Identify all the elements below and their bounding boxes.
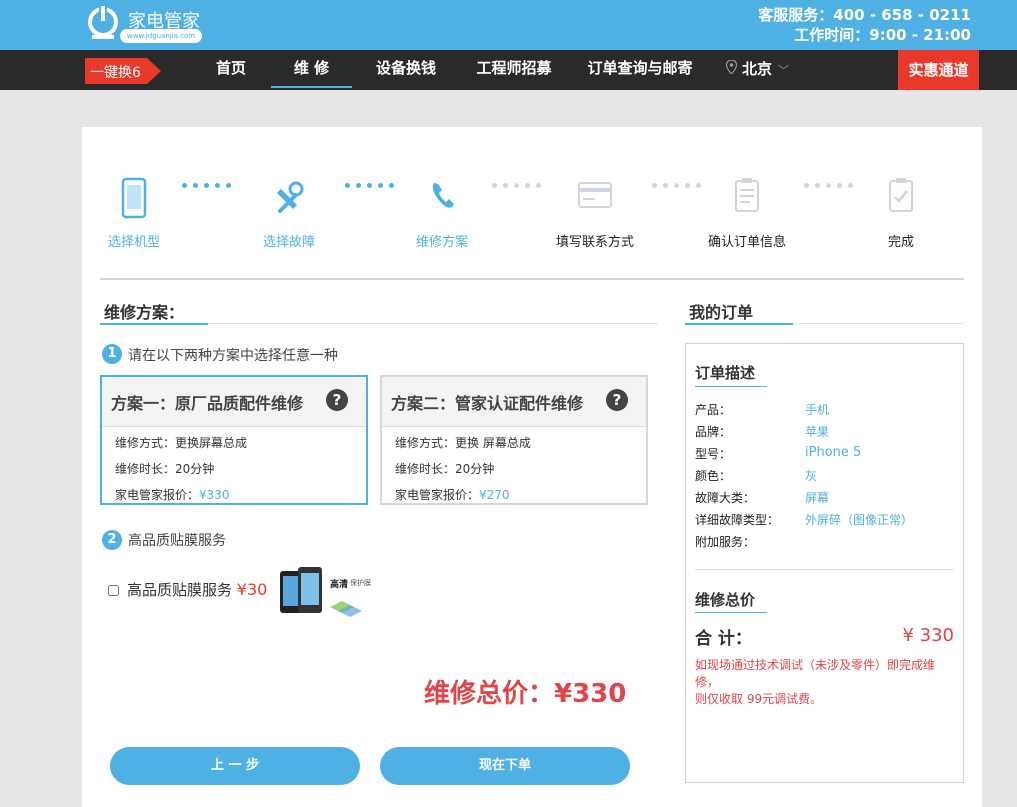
order-desc-title: 订单描述	[695, 364, 756, 382]
prev-step-button[interactable]: 上 一 步	[110, 747, 360, 785]
film-label: 高品质贴膜服务	[127, 581, 233, 599]
order-row-model: 型号： iPhone 5	[695, 445, 862, 461]
tools-icon	[277, 181, 304, 213]
hotline-text: 客服服务：400 - 658 - 0211	[758, 6, 971, 24]
place-order-button[interactable]: 现在下单	[380, 747, 630, 785]
checklist-icon	[889, 178, 913, 212]
sum-value: ¥ 330	[902, 625, 954, 646]
promo-tag[interactable]: 一键换6	[85, 56, 161, 86]
plan-card-original[interactable]: 方案一：原厂品质配件维修 ? 维修方式：更换屏幕总成 维修时长：20分钟 家电管…	[100, 375, 368, 505]
order-row-fault-category: 故障大类： 屏幕	[695, 491, 830, 505]
chevron-down-icon: ﹀	[778, 64, 790, 77]
promo-label: 一键换6	[90, 65, 141, 81]
subtitle-underline	[695, 612, 767, 613]
deal-channel-button[interactable]: 实惠通道	[898, 50, 979, 90]
clipboard-icon	[735, 178, 759, 212]
step-number-1: 1	[102, 344, 122, 364]
plan-prompt: 请在以下两种方案中选择任意一种	[128, 348, 338, 364]
order-total-title: 维修总价	[695, 591, 756, 609]
film-image-title: 高清	[330, 580, 349, 590]
step-label: 完成	[887, 235, 914, 250]
brand-logo[interactable]: 家电管家 www.jdguanjia.com	[86, 5, 216, 45]
film-price: ¥30	[236, 580, 268, 599]
plan-price: ¥270	[479, 488, 510, 502]
plan-card-certified[interactable]: 方案二：管家认证配件维修 ? 维修方式：更换 屏幕总成 维修时长：20分钟 家电…	[380, 375, 648, 505]
plan-price-row: 家电管家报价：¥330	[115, 486, 230, 503]
power-logo-icon	[88, 5, 118, 39]
nav-order-query[interactable]: 订单查询与邮寄	[586, 50, 694, 88]
plan-price: ¥330	[199, 488, 230, 502]
order-divider	[695, 569, 954, 570]
step-label: 选择机型	[107, 235, 160, 250]
plan-header: 方案二：管家认证配件维修 ?	[382, 377, 646, 427]
card-icon	[578, 182, 612, 208]
step-label: 选择故障	[262, 235, 315, 250]
step-select-model[interactable]: 选择机型	[79, 171, 189, 250]
help-icon[interactable]: ?	[326, 389, 348, 411]
my-order-title: 我的订单	[689, 303, 754, 322]
step-connector	[182, 183, 231, 188]
sum-label: 合 计：	[695, 629, 752, 649]
plan-price-label: 家电管家报价：	[115, 488, 200, 502]
plan-duration: 维修时长：20分钟	[395, 462, 495, 476]
plan-title: 方案一：原厂品质配件维修	[111, 394, 304, 413]
plan-header: 方案一：原厂品质配件维修 ?	[102, 377, 366, 427]
step-contact-info: 填写联系方式	[540, 171, 650, 250]
hours-text: 工作时间：9:00 - 21:00	[794, 26, 971, 44]
plan-method: 维修方式：更换屏幕总成	[115, 436, 248, 450]
nav-engineer-recruit[interactable]: 工程师招募	[474, 50, 554, 88]
step-connector	[492, 183, 541, 188]
section-underline	[100, 323, 658, 325]
step-select-fault[interactable]: 选择故障	[234, 171, 344, 250]
order-row-brand: 品牌： 苹果	[695, 425, 830, 439]
step-confirm-order: 确认订单信息	[692, 171, 802, 250]
service-note: 如现场通过技术调试（未涉及零件）即完成维修， 则仅收取 99元调试费。	[695, 658, 936, 706]
plan-method: 维修方式：更换 屏幕总成	[395, 436, 531, 450]
brand-url: www.jdguanjia.com	[120, 29, 203, 43]
location-pin-icon	[726, 60, 737, 74]
step-label: 填写联系方式	[555, 235, 634, 250]
contact-info: 客服服务：400 - 658 - 0211 工作时间：9:00 - 21:00	[758, 5, 971, 45]
order-row-extra-service: 附加服务：	[695, 535, 756, 549]
nav-trade-in[interactable]: 设备换钱	[372, 50, 440, 88]
city-selector[interactable]: 北京 ﹀	[726, 50, 789, 90]
main-card: 选择机型 选择故障 维修方案 填写联系方式 确认订单信息 完成 维修方案： 1 …	[82, 127, 982, 807]
phone-icon	[121, 177, 147, 219]
step-label: 确认订单信息	[707, 235, 786, 250]
step-complete: 完成	[846, 171, 956, 250]
repair-total-price: 维修总价：¥330	[424, 679, 627, 709]
order-row-fault-detail: 详细故障类型： 外屏碎（图像正常）	[695, 513, 914, 527]
step-label: 维修方案	[415, 235, 468, 250]
film-checkbox[interactable]	[108, 585, 119, 596]
section-underline	[685, 323, 964, 325]
call-icon	[432, 183, 454, 208]
city-name: 北京	[742, 60, 773, 78]
step-repair-plan[interactable]: 维修方案	[387, 171, 497, 250]
screen-protector-image: 高清 保护膜	[278, 567, 378, 617]
nav-repair[interactable]: 维 修	[271, 50, 352, 88]
order-summary: 订单描述 产品： 手机 品牌： 苹果 型号： iPhone 5 颜色：灰 故障大类：屏…	[685, 343, 964, 783]
film-option: 高品质贴膜服务 ¥30	[108, 579, 267, 600]
top-header: 家电管家 www.jdguanjia.com 客服服务：400 - 658 - …	[0, 0, 1017, 50]
plan-price-label: 家电管家报价：	[395, 488, 480, 502]
plan-price-row: 家电管家报价：¥270	[395, 486, 510, 503]
order-row-color: 颜色：灰	[695, 469, 818, 483]
film-section-title: 高品质贴膜服务	[128, 533, 226, 549]
help-icon[interactable]: ?	[606, 389, 628, 411]
main-nav: 一键换6 首页 维 修 设备换钱 工程师招募 订单查询与邮寄 北京 ﹀ 实惠通道	[0, 50, 1017, 90]
film-image-subtitle: 保护膜	[350, 579, 371, 587]
section-divider	[100, 278, 964, 280]
order-row-product: 产品： 手机	[695, 403, 830, 417]
nav-home[interactable]: 首页	[210, 50, 252, 88]
subtitle-underline	[695, 386, 767, 387]
step-number-2: 2	[102, 530, 122, 550]
plan-title: 方案二：管家认证配件维修	[391, 394, 584, 413]
plan-duration: 维修时长：20分钟	[115, 462, 215, 476]
repair-plan-title: 维修方案：	[104, 303, 185, 322]
phone-film-icon	[280, 567, 362, 617]
